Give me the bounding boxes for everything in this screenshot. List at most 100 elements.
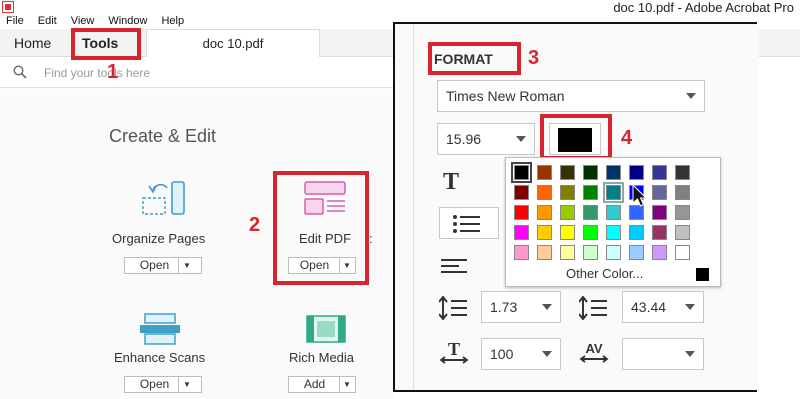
color-palette-popup: Other Color...: [505, 157, 721, 287]
font-size-dropdown[interactable]: 15.96: [437, 123, 535, 155]
mouse-cursor-icon: [632, 184, 648, 207]
paragraph-spacing-dropdown[interactable]: 43.44: [622, 291, 704, 323]
bullet-list-icon: [453, 215, 480, 233]
bullet-list-button[interactable]: [439, 207, 499, 239]
color-swatch[interactable]: [514, 225, 529, 240]
color-swatch[interactable]: [675, 245, 690, 260]
annotation-box-color: [540, 114, 612, 160]
chevron-down-icon: [685, 304, 695, 310]
chevron-down-icon: [542, 351, 552, 357]
character-spacing-dropdown[interactable]: [622, 338, 704, 370]
search-input[interactable]: [44, 64, 224, 82]
color-swatch[interactable]: [560, 245, 575, 260]
acrobat-app-icon: [2, 1, 14, 13]
tool-search-bar: [0, 58, 393, 88]
rich-media-label: Rich Media: [289, 350, 355, 365]
color-swatch[interactable]: [652, 185, 667, 200]
annotation-box-tools: [71, 28, 141, 60]
annotation-number-4: 4: [621, 127, 633, 149]
color-swatch[interactable]: [537, 225, 552, 240]
chevron-down-icon: [542, 304, 552, 310]
color-swatch[interactable]: [583, 225, 598, 240]
color-swatch[interactable]: [537, 205, 552, 220]
paragraph-spacing-value: 43.44: [631, 299, 667, 315]
color-swatch[interactable]: [606, 245, 621, 260]
color-swatch[interactable]: [583, 165, 598, 180]
section-title: Create & Edit: [109, 126, 217, 146]
title-bar: doc 10.pdf - Adobe Acrobat Pro: [0, 0, 800, 15]
enhance-scans-open-button[interactable]: Open ▼: [124, 376, 202, 393]
svg-text:AV: AV: [585, 341, 602, 356]
color-swatch[interactable]: [514, 205, 529, 220]
color-swatch[interactable]: [606, 165, 621, 180]
line-spacing-dropdown[interactable]: 1.73: [481, 291, 561, 323]
format-panel: FORMAT 3 Times New Roman 15.96 4 T 1.73 …: [393, 22, 759, 392]
menu-file[interactable]: File: [0, 14, 31, 30]
color-swatch[interactable]: [629, 245, 644, 260]
font-size-value: 15.96: [446, 131, 482, 147]
color-swatch[interactable]: [606, 205, 621, 220]
organize-pages-open-button[interactable]: Open ▼: [124, 257, 202, 274]
other-color-swatch[interactable]: [696, 268, 709, 281]
character-spacing-icon: AV: [579, 341, 609, 363]
color-swatch[interactable]: [629, 165, 644, 180]
rich-media-add-label: Add: [290, 377, 340, 392]
color-swatch[interactable]: [652, 205, 667, 220]
paragraph-spacing-icon: [579, 296, 607, 320]
color-swatch[interactable]: [652, 165, 667, 180]
menu-help[interactable]: Help: [154, 14, 191, 30]
line-spacing-value: 1.73: [490, 299, 518, 315]
truncated-colon: :: [369, 231, 373, 246]
color-swatch[interactable]: [514, 185, 529, 200]
color-swatch[interactable]: [560, 205, 575, 220]
font-family-dropdown[interactable]: Times New Roman: [437, 80, 705, 112]
color-swatch[interactable]: [606, 225, 621, 240]
color-swatch[interactable]: [514, 245, 529, 260]
color-swatch[interactable]: [560, 185, 575, 200]
chevron-down-icon: [686, 93, 696, 99]
rich-media-add-button[interactable]: Add ▼: [288, 376, 356, 393]
color-swatch[interactable]: [537, 165, 552, 180]
color-swatch[interactable]: [560, 225, 575, 240]
color-swatch[interactable]: [583, 205, 598, 220]
chevron-down-icon[interactable]: ▼: [340, 377, 354, 392]
annotation-box-format: [428, 42, 521, 75]
color-swatch[interactable]: [583, 245, 598, 260]
organize-pages-icon: [142, 181, 185, 215]
annotation-number-1: 1: [107, 61, 119, 83]
color-swatch[interactable]: [675, 205, 690, 220]
enhance-scans-label: Enhance Scans: [114, 350, 206, 365]
horizontal-scale-dropdown[interactable]: 100: [481, 338, 561, 370]
chevron-down-icon: [685, 351, 695, 357]
line-spacing-icon: [439, 296, 467, 320]
color-swatch[interactable]: [560, 165, 575, 180]
color-swatch[interactable]: [675, 165, 690, 180]
chevron-down-icon[interactable]: ▼: [179, 258, 195, 273]
svg-text:T: T: [448, 340, 460, 359]
search-icon: [13, 65, 27, 79]
organize-pages-label: Organize Pages: [112, 231, 206, 246]
color-swatch[interactable]: [603, 182, 624, 203]
color-swatch[interactable]: [583, 185, 598, 200]
annotation-number-3: 3: [528, 47, 540, 69]
text-style-icon[interactable]: T: [443, 169, 459, 196]
menu-edit[interactable]: Edit: [31, 14, 64, 30]
color-swatch[interactable]: [652, 245, 667, 260]
font-family-value: Times New Roman: [446, 88, 565, 104]
tab-document[interactable]: doc 10.pdf: [146, 29, 320, 57]
color-swatch[interactable]: [675, 185, 690, 200]
tab-home[interactable]: Home: [14, 29, 51, 57]
color-swatch[interactable]: [675, 225, 690, 240]
color-swatch[interactable]: [511, 162, 532, 183]
color-swatch[interactable]: [537, 185, 552, 200]
organize-pages-open-label: Open: [131, 258, 179, 273]
align-left-icon[interactable]: [441, 258, 469, 276]
horizontal-scale-value: 100: [490, 346, 514, 362]
other-color-link[interactable]: Other Color...: [566, 266, 643, 281]
color-swatch[interactable]: [629, 225, 644, 240]
color-swatch[interactable]: [652, 225, 667, 240]
enhance-scans-open-label: Open: [131, 377, 179, 392]
chevron-down-icon[interactable]: ▼: [179, 377, 195, 392]
color-swatch[interactable]: [537, 245, 552, 260]
rich-media-icon: [306, 315, 346, 343]
